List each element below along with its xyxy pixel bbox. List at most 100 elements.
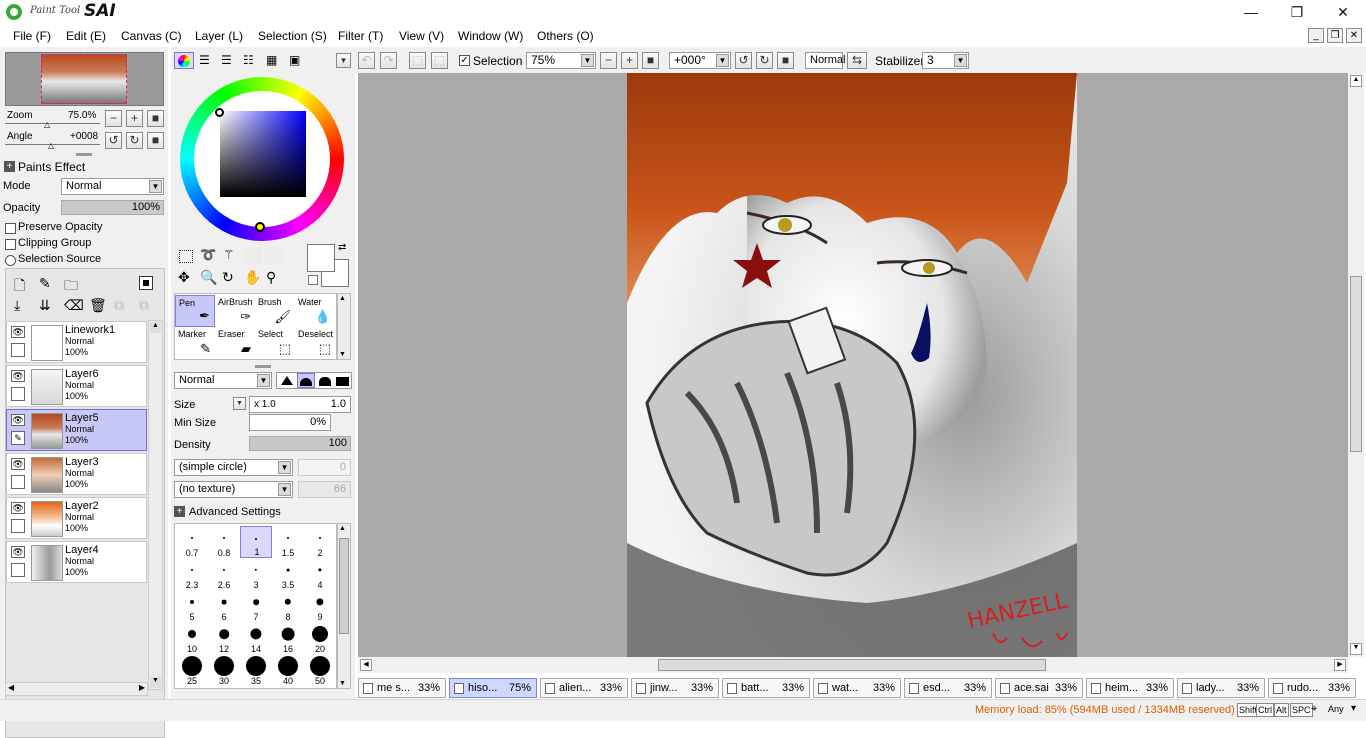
brush-texture-dropdown[interactable]: (no texture) ▼ (174, 481, 293, 498)
delete-layer-icon[interactable]: 🗑 (89, 297, 107, 314)
medium-edge-icon[interactable] (319, 377, 331, 386)
close-button[interactable]: ✕ (1320, 0, 1366, 25)
brush-size-cell[interactable]: 0.8 (208, 526, 240, 558)
eye-icon[interactable]: 👁 (11, 546, 25, 558)
brush-size-cell[interactable]: 4 (304, 558, 336, 590)
menu-window[interactable]: Window (W) (458, 29, 523, 43)
scroll-up-icon[interactable]: ▲ (1350, 75, 1362, 87)
layer-item[interactable]: 👁 Linework1 Normal 100% (6, 321, 147, 363)
document-tab[interactable]: esd... 33% (904, 678, 992, 698)
swap-colors-icon[interactable]: ⇄ (338, 242, 346, 253)
brush-size-cell[interactable]: 50 (304, 654, 336, 686)
tool-brush[interactable]: Brush 🖌 (255, 295, 295, 327)
lasso-icon[interactable]: ➰ (200, 247, 216, 263)
scroll-up-icon[interactable]: ▲ (339, 525, 346, 532)
advanced-settings-label[interactable]: Advanced Settings (189, 506, 281, 518)
flip-view-button[interactable]: ⇆ (847, 52, 867, 69)
tool-pen[interactable]: Pen ✒ (175, 295, 215, 327)
scroll-down-icon[interactable]: ▼ (150, 677, 161, 688)
density-slider[interactable]: 100 (249, 436, 351, 451)
brush-size-cell[interactable]: 35 (240, 654, 272, 686)
hsv-slider-icon[interactable]: ☰ (221, 53, 232, 67)
brush-shape-dropdown[interactable]: (simple circle) ▼ (174, 459, 293, 476)
brush-lock-icon[interactable]: ✎ (11, 431, 25, 445)
layer-item[interactable]: 👁 ✎ Layer5 Normal 100% (6, 409, 147, 451)
merge-down-icon[interactable]: ⇊ (39, 297, 51, 314)
zoom-tool-icon[interactable]: 🔍 (200, 269, 217, 286)
brush-size-cell[interactable]: 1.5 (272, 526, 304, 558)
canvas-vscrollbar[interactable]: ▲ ▼ (1348, 73, 1364, 657)
shape-strength-field[interactable]: 0 (298, 459, 351, 476)
brush-size-cell[interactable]: 14 (240, 622, 272, 654)
eyedropper-icon[interactable]: ⚲ (266, 269, 276, 286)
eye-icon[interactable]: 👁 (11, 326, 25, 338)
rotate-reset-button[interactable]: ■ (147, 132, 164, 149)
transfer-down-icon[interactable]: ⤓ (14, 297, 20, 314)
brush-size-cell[interactable]: 5 (176, 590, 208, 622)
min-size-field[interactable]: 0% (249, 414, 331, 431)
menu-view[interactable]: View (V) (399, 29, 444, 43)
tool-deselect[interactable]: Deselect ⬚ (295, 327, 335, 359)
vscroll-thumb[interactable] (1350, 276, 1362, 452)
color-wheel-mode-button[interactable] (174, 52, 194, 69)
tool-water[interactable]: Water 💧 (295, 295, 335, 327)
brush-size-cell[interactable]: 1 (240, 526, 272, 558)
invert-selection-button[interactable]: ⬚ (431, 52, 448, 69)
brush-size-cell[interactable]: 30 (208, 654, 240, 686)
brush-blend-dropdown[interactable]: Normal ▼ (174, 372, 272, 389)
document-tab[interactable]: rudo... 33% (1268, 678, 1356, 698)
layer-lock-checkbox[interactable] (11, 563, 25, 577)
zoom-reset-button[interactable]: ■ (147, 110, 164, 127)
brush-size-cell[interactable]: 12 (208, 622, 240, 654)
magic-wand-icon[interactable]: ⚚ (223, 247, 235, 263)
layer-item[interactable]: 👁 Layer2 Normal 100% (6, 497, 147, 539)
eye-icon[interactable]: 👁 (11, 414, 25, 426)
angle-dropdown[interactable]: +000° ▼ (669, 52, 731, 69)
undo-button[interactable]: ↶ (358, 52, 375, 69)
layer-item[interactable]: 👁 Layer3 Normal 100% (6, 453, 147, 495)
menu-layer[interactable]: Layer (L) (195, 29, 243, 43)
navigator-viewport[interactable] (41, 54, 127, 104)
document-tab[interactable]: heim... 33% (1086, 678, 1174, 698)
document-tab[interactable]: hiso... 75% (449, 678, 537, 698)
scratchpad-icon[interactable]: ▣ (289, 53, 300, 67)
deselect-button[interactable]: ⬚ (409, 52, 426, 69)
toolbar-zoom-reset-button[interactable]: ■ (642, 52, 659, 69)
menu-canvas[interactable]: Canvas (C) (121, 29, 182, 43)
rotate-tool-icon[interactable]: ↻ (222, 269, 234, 286)
scroll-down-icon[interactable]: ▼ (339, 351, 346, 358)
layer-hscrollbar[interactable]: ◀ ▶ (5, 682, 148, 696)
mdi-minimize-button[interactable]: _ (1308, 28, 1324, 43)
layer-lock-checkbox[interactable] (11, 343, 25, 357)
scroll-right-icon[interactable]: ▶ (1334, 659, 1346, 671)
panel-grip[interactable] (76, 153, 92, 156)
saturation-value-box[interactable] (220, 111, 306, 197)
artwork-canvas[interactable]: HANZELL (627, 73, 1077, 657)
rotate-ccw-button[interactable]: ↺ (735, 52, 752, 69)
restore-button[interactable]: ❐ (1274, 0, 1320, 25)
clipping-group-checkbox[interactable] (5, 239, 16, 250)
mask-icon[interactable] (139, 276, 153, 290)
brush-size-cell[interactable]: 25 (176, 654, 208, 686)
stabilizer-dropdown[interactable]: 3 ▼ (922, 52, 969, 69)
menu-selection[interactable]: Selection (S) (258, 29, 327, 43)
selection-checkbox[interactable]: ✓ (459, 55, 470, 66)
menu-file[interactable]: File (F) (13, 29, 51, 43)
document-tab[interactable]: alien... 33% (540, 678, 628, 698)
soft-edge-icon[interactable] (297, 373, 315, 388)
document-tab[interactable]: jinw... 33% (631, 678, 719, 698)
expand-icon[interactable]: + (4, 161, 15, 172)
flat-edge-icon[interactable] (336, 377, 349, 386)
opacity-slider[interactable]: 100% (61, 200, 164, 215)
canvas-hscrollbar[interactable]: ◀ ▶ (358, 657, 1348, 673)
angle-slider-thumb[interactable]: △ (48, 141, 54, 150)
brush-size-cell[interactable]: 2.6 (208, 558, 240, 590)
rotate-left-button[interactable]: ↺ (105, 132, 122, 149)
scroll-up-icon[interactable]: ▲ (150, 322, 161, 333)
preserve-opacity-checkbox[interactable] (5, 223, 16, 234)
expand-icon[interactable]: + (174, 506, 185, 517)
hand-icon[interactable]: ✋ (244, 269, 261, 286)
rgb-slider-icon[interactable]: ☰ (199, 53, 210, 67)
tool-airbrush[interactable]: AirBrush ✑ (215, 295, 255, 327)
brush-size-cell[interactable]: 6 (208, 590, 240, 622)
